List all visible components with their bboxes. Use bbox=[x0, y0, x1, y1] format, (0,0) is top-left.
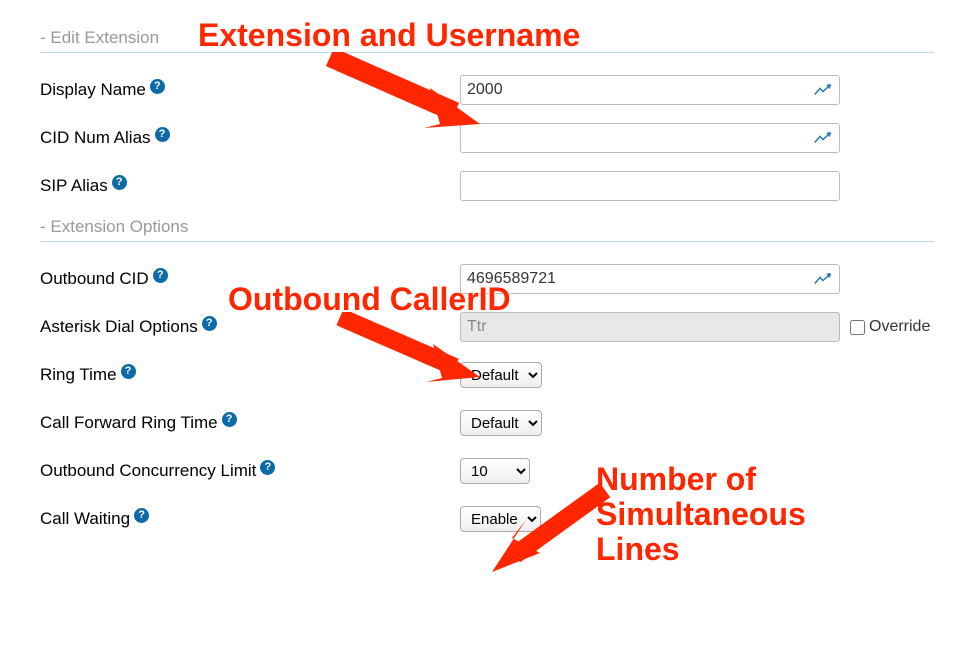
label-text: Call Waiting bbox=[40, 509, 130, 529]
label-text: SIP Alias bbox=[40, 176, 108, 196]
call-forward-ring-time-select[interactable]: Default bbox=[460, 410, 542, 436]
label-text: Outbound CID bbox=[40, 269, 149, 289]
override-checkbox-wrap[interactable]: Override bbox=[846, 317, 930, 338]
label-text: Outbound Concurrency Limit bbox=[40, 461, 256, 481]
label-outbound-cid: Outbound CID ? bbox=[40, 269, 460, 289]
row-cid-num-alias: CID Num Alias ? bbox=[40, 121, 934, 155]
section-divider bbox=[40, 52, 934, 53]
row-ring-time: Ring Time ? Default bbox=[40, 358, 934, 392]
input-wrap bbox=[460, 312, 840, 342]
label-sip-alias: SIP Alias ? bbox=[40, 176, 460, 196]
input-wrap bbox=[460, 264, 840, 294]
help-icon[interactable]: ? bbox=[134, 508, 149, 523]
cid-num-alias-input[interactable] bbox=[460, 123, 840, 153]
row-sip-alias: SIP Alias ? bbox=[40, 169, 934, 203]
call-waiting-select[interactable]: Enable bbox=[460, 506, 541, 532]
sip-alias-input[interactable] bbox=[460, 171, 840, 201]
label-text: Call Forward Ring Time bbox=[40, 413, 218, 433]
override-label: Override bbox=[869, 318, 930, 336]
help-icon[interactable]: ? bbox=[202, 316, 217, 331]
label-text: Ring Time bbox=[40, 365, 117, 385]
input-wrap bbox=[460, 123, 840, 153]
annotation-line: Lines bbox=[596, 532, 806, 567]
input-wrap bbox=[460, 171, 840, 201]
autocomplete-icon bbox=[814, 272, 832, 286]
help-icon[interactable]: ? bbox=[155, 127, 170, 142]
input-wrap bbox=[460, 75, 840, 105]
row-asterisk-dial-options: Asterisk Dial Options ? Override bbox=[40, 310, 934, 344]
autocomplete-icon bbox=[814, 131, 832, 145]
label-text: Asterisk Dial Options bbox=[40, 317, 198, 337]
label-asterisk-dial-options: Asterisk Dial Options ? bbox=[40, 317, 460, 337]
label-call-waiting: Call Waiting ? bbox=[40, 509, 460, 529]
label-display-name: Display Name ? bbox=[40, 80, 460, 100]
row-outbound-concurrency-limit: Outbound Concurrency Limit ? 10 bbox=[40, 454, 934, 488]
outbound-cid-input[interactable] bbox=[460, 264, 840, 294]
section-divider bbox=[40, 241, 934, 242]
row-call-waiting: Call Waiting ? Enable bbox=[40, 502, 934, 536]
help-icon[interactable]: ? bbox=[260, 460, 275, 475]
display-name-input[interactable] bbox=[460, 75, 840, 105]
row-call-forward-ring-time: Call Forward Ring Time ? Default bbox=[40, 406, 934, 440]
section-header-extension-options: - Extension Options bbox=[40, 217, 934, 237]
help-icon[interactable]: ? bbox=[150, 79, 165, 94]
row-display-name: Display Name ? bbox=[40, 73, 934, 107]
section-header-edit-extension: - Edit Extension bbox=[40, 28, 934, 48]
label-outbound-concurrency-limit: Outbound Concurrency Limit ? bbox=[40, 461, 460, 481]
label-ring-time: Ring Time ? bbox=[40, 365, 460, 385]
help-icon[interactable]: ? bbox=[121, 364, 136, 379]
label-text: CID Num Alias bbox=[40, 128, 151, 148]
help-icon[interactable]: ? bbox=[153, 268, 168, 283]
autocomplete-icon bbox=[814, 83, 832, 97]
outbound-concurrency-limit-select[interactable]: 10 bbox=[460, 458, 530, 484]
help-icon[interactable]: ? bbox=[222, 412, 237, 427]
override-checkbox[interactable] bbox=[850, 320, 865, 335]
ring-time-select[interactable]: Default bbox=[460, 362, 542, 388]
label-call-forward-ring-time: Call Forward Ring Time ? bbox=[40, 413, 460, 433]
help-icon[interactable]: ? bbox=[112, 175, 127, 190]
label-text: Display Name bbox=[40, 80, 146, 100]
row-outbound-cid: Outbound CID ? bbox=[40, 262, 934, 296]
asterisk-dial-options-input bbox=[460, 312, 840, 342]
label-cid-num-alias: CID Num Alias ? bbox=[40, 128, 460, 148]
